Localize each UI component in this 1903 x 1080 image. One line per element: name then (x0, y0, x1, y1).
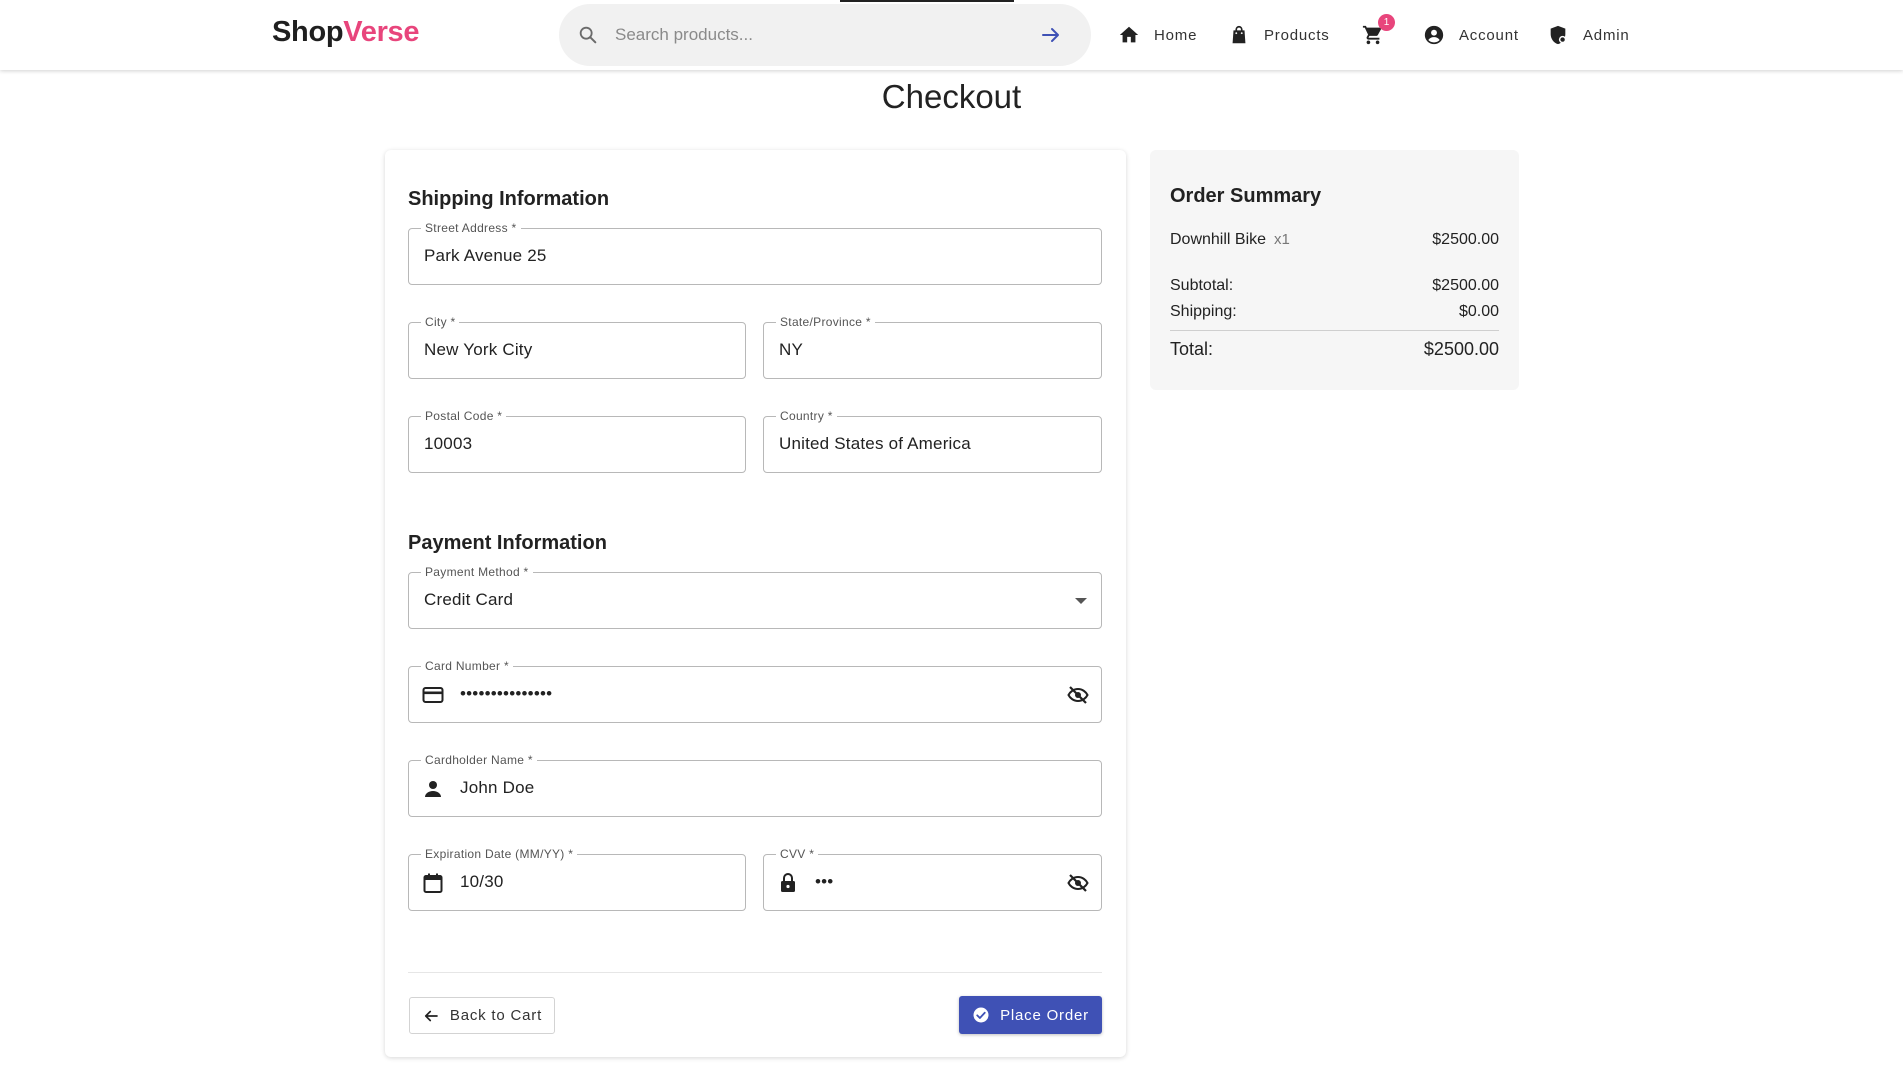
payment-method-value: Credit Card (424, 590, 514, 609)
shopping-bag-icon (1232, 25, 1246, 44)
summary-subtotal-row: Subtotal: $2500.00 (1170, 277, 1499, 295)
nav-account-label: Account (1459, 26, 1519, 44)
check-circle-icon (973, 1007, 989, 1023)
postal-code-field[interactable]: Postal Code * 10003 (408, 409, 746, 473)
nav-cart[interactable]: 1 (1362, 14, 1398, 50)
cardholder-name-field[interactable]: Cardholder Name * John Doe (408, 753, 1102, 817)
shipping-section-title: Shipping Information (408, 188, 610, 210)
payment-method-label: Payment Method * (421, 565, 533, 579)
street-address-field[interactable]: Street Address * Park Avenue 25 (408, 221, 1102, 285)
state-value: NY (779, 340, 804, 359)
card-number-value: ••••••••••••••• (460, 684, 553, 703)
admin-shield-icon (1550, 25, 1567, 45)
payment-method-select[interactable]: Payment Method * Credit Card (408, 565, 1102, 629)
postal-code-value: 10003 (424, 434, 473, 453)
order-summary-title: Order Summary (1170, 185, 1322, 207)
expiration-date-value: 10/30 (460, 872, 504, 891)
place-order-button[interactable]: Place Order (959, 996, 1102, 1034)
search-input[interactable] (615, 18, 1015, 52)
order-summary-card: Order Summary Downhill Bike x1 $2500.00 S… (1150, 150, 1519, 390)
dropdown-arrow-icon (1075, 598, 1087, 604)
nav-home-label: Home (1154, 26, 1198, 44)
cart-count-badge: 1 (1378, 14, 1395, 31)
summary-item-price: $2500.00 (1432, 231, 1499, 248)
cardholder-name-value: John Doe (460, 778, 535, 797)
visibility-off-icon[interactable] (1066, 871, 1090, 895)
logo-text-shop: Shop (272, 16, 344, 48)
subtotal-value: $2500.00 (1432, 277, 1499, 294)
actions-divider (408, 972, 1102, 973)
country-field[interactable]: Country * United States of America (763, 409, 1102, 473)
nav-account[interactable]: Account (1423, 20, 1519, 50)
cvv-value: ••• (815, 872, 834, 891)
credit-card-icon (422, 687, 444, 703)
arrow-right-icon[interactable] (1039, 23, 1063, 47)
summary-item-name: Downhill Bike (1170, 231, 1267, 248)
city-label: City * (421, 315, 460, 329)
search-bar (559, 4, 1091, 66)
summary-item-qty: x1 (1274, 231, 1290, 248)
logo-text-verse: Verse (343, 16, 420, 48)
calendar-icon (423, 873, 443, 893)
expiration-date-field[interactable]: Expiration Date (MM/YY) * 10/30 (408, 847, 746, 911)
state-label: State/Province * (776, 315, 875, 329)
shipping-label: Shipping: (1170, 303, 1237, 320)
home-icon (1119, 26, 1139, 43)
summary-total-row: Total: $2500.00 (1170, 339, 1499, 360)
place-order-label: Place Order (1000, 1006, 1089, 1024)
top-app-bar: ShopVerse Home Products 1 Account Admin (0, 0, 1903, 70)
city-field[interactable]: City * New York City (408, 315, 746, 379)
back-to-cart-label: Back to Cart (449, 1007, 543, 1024)
subtotal-label: Subtotal: (1170, 277, 1234, 294)
checkout-form-card: Shipping Information Street Address * Pa… (385, 150, 1126, 1057)
card-number-label: Card Number * (421, 659, 513, 673)
summary-item-row: Downhill Bike x1 $2500.00 (1170, 231, 1499, 249)
arrow-left-icon (424, 1010, 438, 1021)
expiration-date-label: Expiration Date (MM/YY) * (421, 847, 578, 861)
shopverse-logo[interactable]: ShopVerse (272, 16, 420, 49)
lock-icon (781, 873, 795, 892)
nav-admin-label: Admin (1583, 26, 1630, 44)
summary-divider (1170, 330, 1499, 331)
nav-products[interactable]: Products (1228, 20, 1330, 50)
person-icon (425, 781, 441, 797)
state-field[interactable]: State/Province * NY (763, 315, 1102, 379)
account-circle-icon (1424, 25, 1444, 45)
visibility-off-icon[interactable] (1066, 683, 1090, 707)
total-value: $2500.00 (1423, 339, 1499, 359)
search-icon (579, 26, 597, 44)
payment-section-title: Payment Information (408, 532, 607, 554)
shipping-value: $0.00 (1458, 303, 1499, 320)
city-value: New York City (424, 340, 533, 359)
cardholder-name-label: Cardholder Name * (421, 753, 537, 767)
cvv-label: CVV * (776, 847, 819, 861)
country-label: Country * (776, 409, 837, 423)
country-value: United States of America (779, 434, 971, 453)
postal-code-label: Postal Code * (421, 409, 507, 423)
back-to-cart-button[interactable]: Back to Cart (409, 997, 555, 1034)
nav-products-label: Products (1264, 26, 1330, 44)
page-title: Checkout (881, 78, 1022, 115)
card-number-field[interactable]: Card Number * ••••••••••••••• (408, 659, 1102, 723)
summary-shipping-row: Shipping: $0.00 (1170, 303, 1499, 321)
total-label: Total: (1170, 339, 1214, 359)
nav-home[interactable]: Home (1118, 20, 1197, 50)
street-address-label: Street Address * (421, 221, 521, 235)
search-focus-indicator (840, 0, 1014, 2)
summary-item-info: Downhill Bike x1 (1170, 231, 1290, 249)
cvv-field[interactable]: CVV * ••• (763, 847, 1102, 911)
street-address-value: Park Avenue 25 (424, 246, 547, 265)
nav-admin[interactable]: Admin (1547, 20, 1630, 50)
